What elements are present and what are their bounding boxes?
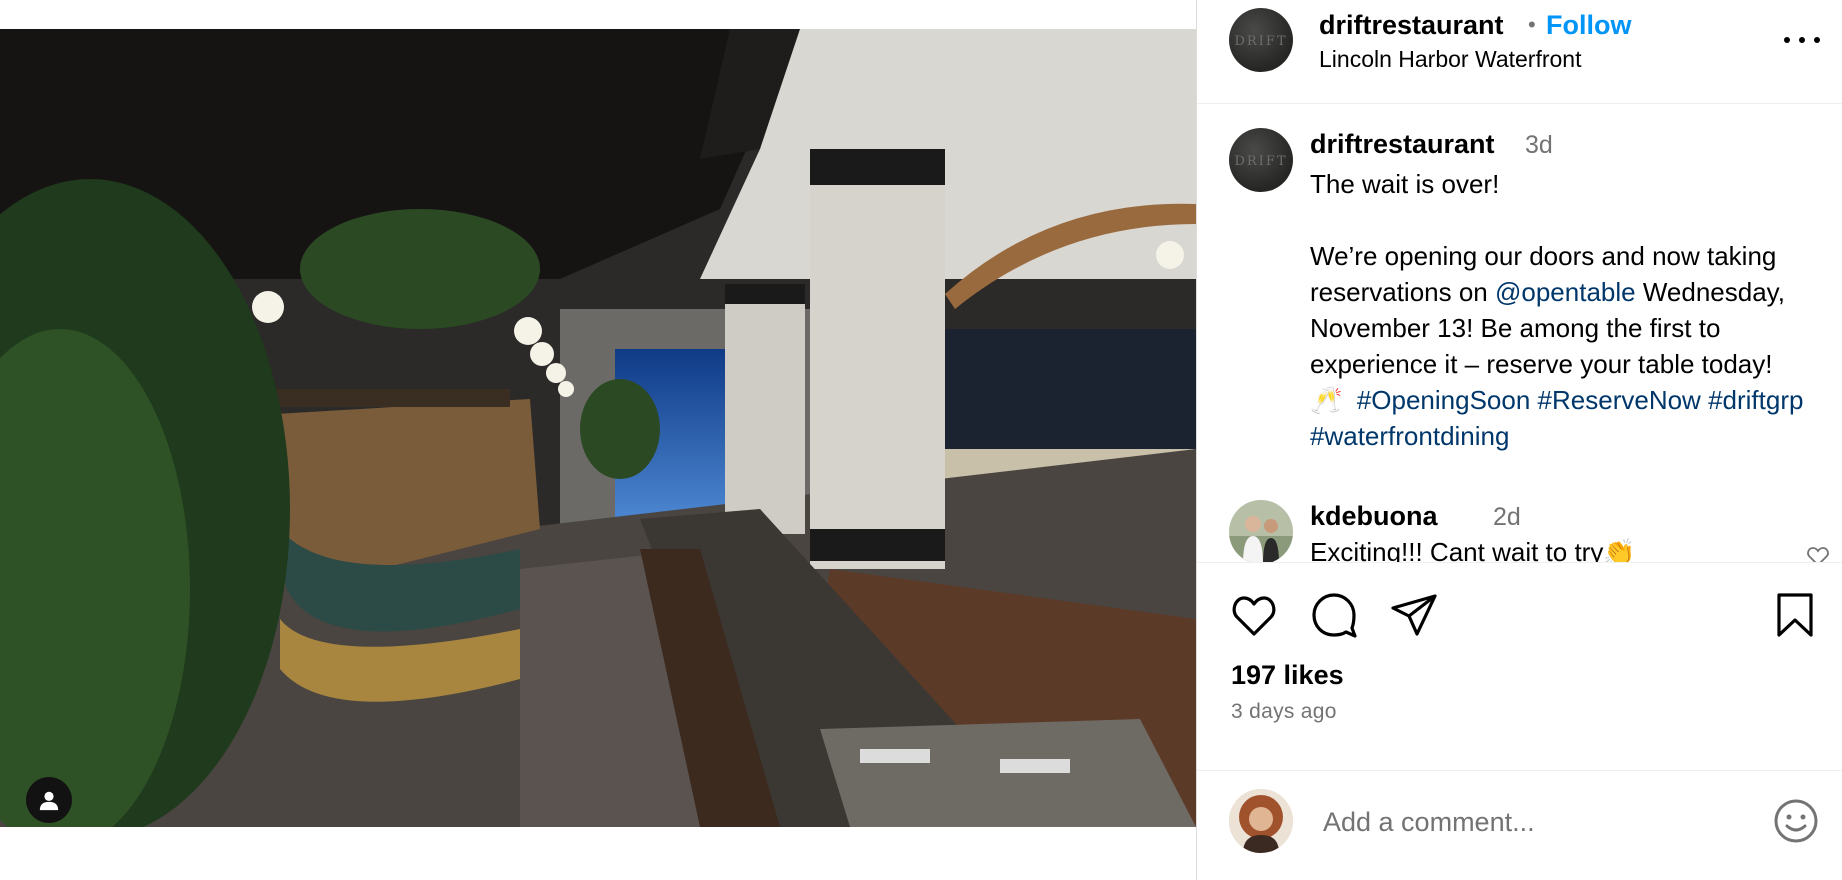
caption-author-avatar[interactable]: DRIFT: [1229, 128, 1293, 192]
hashtag-link[interactable]: #driftgrp: [1708, 385, 1803, 415]
section-divider: [1197, 562, 1842, 563]
heart-icon[interactable]: [1229, 590, 1279, 640]
current-user-avatar[interactable]: [1229, 789, 1293, 853]
caption-hashtags: 🥂 #OpeningSoon #ReserveNow #driftgrp #wa…: [1310, 382, 1840, 454]
user-tag-button[interactable]: [26, 777, 72, 823]
post-date[interactable]: 3 days ago: [1231, 700, 1337, 724]
comment-bubble-icon[interactable]: [1309, 590, 1359, 640]
post-location[interactable]: Lincoln Harbor Waterfront: [1319, 46, 1581, 73]
restaurant-interior-image: [0, 29, 1196, 827]
comment-username[interactable]: kdebuona: [1310, 501, 1438, 532]
avatar-logo-text: DRIFT: [1234, 154, 1288, 169]
comments-scroll-area[interactable]: DRIFT driftrestaurant 3d The wait is ove…: [1197, 104, 1842, 562]
comment-text: Exciting!!! Cant wait to try👏: [1310, 537, 1636, 562]
paper-plane-icon[interactable]: [1389, 590, 1439, 640]
mention-link[interactable]: @opentable: [1495, 277, 1636, 307]
follow-button[interactable]: Follow: [1546, 10, 1631, 41]
post-side-panel: DRIFT driftrestaurant • Follow Lincoln H…: [1196, 0, 1842, 880]
more-horizontal-icon: [1784, 37, 1790, 43]
author-username[interactable]: driftrestaurant: [1319, 10, 1504, 41]
post-actions: [1197, 590, 1842, 640]
commenter-photo: [1229, 500, 1293, 562]
author-avatar[interactable]: DRIFT: [1229, 8, 1293, 72]
current-user-photo: [1229, 789, 1293, 853]
user-tag-icon: [39, 791, 59, 811]
comment-heart-icon[interactable]: [1806, 544, 1830, 562]
hashtag-link[interactable]: #OpeningSoon: [1357, 385, 1530, 415]
caption-username[interactable]: driftrestaurant: [1310, 129, 1495, 160]
caption-timestamp[interactable]: 3d: [1525, 131, 1553, 160]
commenter-avatar[interactable]: [1229, 500, 1293, 562]
more-options-button[interactable]: [1784, 30, 1820, 50]
avatar-logo-text: DRIFT: [1234, 34, 1288, 49]
add-comment-input[interactable]: [1321, 801, 1745, 843]
likes-count[interactable]: 197 likes: [1231, 660, 1344, 691]
comment-timestamp[interactable]: 2d: [1493, 503, 1521, 532]
header-separator: •: [1528, 12, 1536, 37]
post-photo[interactable]: [0, 29, 1196, 827]
post-header: DRIFT driftrestaurant • Follow Lincoln H…: [1197, 0, 1842, 104]
emoji: 🥂: [1310, 385, 1343, 415]
caption-line: The wait is over!: [1310, 169, 1500, 199]
caption-text: The wait is over! We’re opening our door…: [1310, 166, 1840, 454]
caption-body: We’re opening our doors and now taking r…: [1310, 241, 1785, 379]
add-comment-bar: [1197, 770, 1842, 871]
hashtag-link[interactable]: #waterfrontdining: [1310, 421, 1509, 451]
post-media-pane: [0, 0, 1196, 880]
hashtag-link[interactable]: #ReserveNow: [1538, 385, 1701, 415]
bookmark-icon[interactable]: [1770, 590, 1820, 640]
emoji-smile-icon[interactable]: [1772, 797, 1820, 845]
